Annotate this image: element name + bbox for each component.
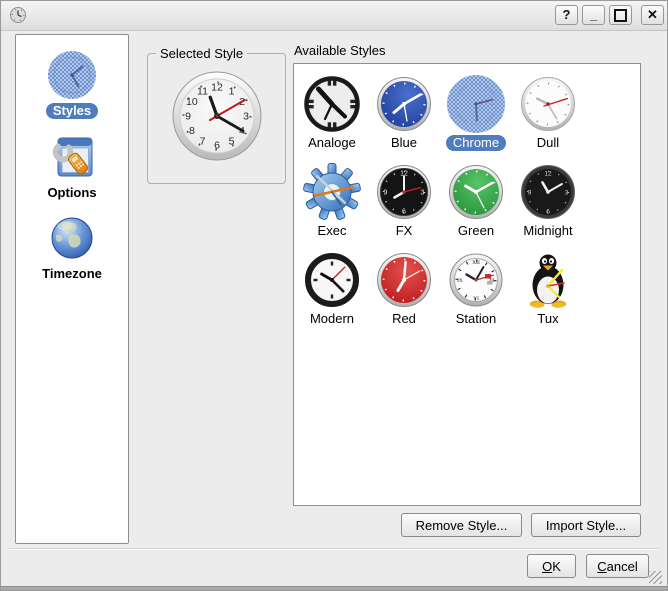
sidebar-item-label: Options [47,185,97,200]
sidebar: Styles Options Timezone [15,34,129,544]
svg-text:5: 5 [228,136,234,148]
button-row-separator [9,548,659,550]
timezone-globe-icon [48,214,96,262]
style-item-label: Analoge [308,135,356,150]
help-button[interactable]: ? [555,5,578,25]
resize-grip[interactable] [649,571,662,584]
red-clock-icon [374,250,434,310]
style-item-label: Midnight [523,223,573,238]
svg-text:6: 6 [402,209,406,216]
style-item-label: Green [457,223,495,238]
remove-style-button[interactable]: Remove Style... [401,513,522,537]
fx-clock-icon: 12 3 6 9 [374,162,434,222]
style-item-label: Exec [317,223,347,238]
style-item-label: Chrome [445,135,507,151]
style-item-midnight[interactable]: 12 3 6 9 Midnight [512,159,584,247]
svg-text:3: 3 [565,190,569,197]
style-item-station[interactable]: XIIIIIVIIX Station [440,247,512,335]
style-item-label: Dull [536,135,560,150]
svg-text:3: 3 [243,111,249,123]
style-item-chrome[interactable]: Chrome [440,71,512,159]
chrome-clock-icon-selected [446,74,506,134]
style-grid: Analoge Blue Chrome Dull Exec 12 3 6 9 F… [296,71,584,335]
style-item-dull[interactable]: Dull [512,71,584,159]
svg-text:6: 6 [546,209,550,216]
style-item-tux[interactable]: Tux [512,247,584,335]
maximize-icon [614,9,627,23]
sidebar-item-styles[interactable]: Styles [45,51,99,119]
style-item-label: Modern [309,311,355,326]
svg-text:VI: VI [473,296,479,302]
clock-app-icon [9,6,27,24]
style-item-red[interactable]: Red [368,247,440,335]
sidebar-item-label: Timezone [42,266,102,281]
svg-text:9: 9 [185,111,191,123]
station-clock-icon: XIIIIIVIIX [446,250,506,310]
clock-settings-window: ? _ ✕ Styles Options Timezone Selected S… [0,0,668,591]
svg-text:9: 9 [384,190,388,197]
svg-text:8: 8 [188,125,194,137]
sidebar-item-label: Styles [45,103,99,119]
svg-text:IX: IX [457,278,463,284]
svg-text:1: 1 [228,85,234,97]
cancel-button[interactable]: Cancel [586,554,649,578]
svg-text:7: 7 [199,136,205,148]
sidebar-item-timezone[interactable]: Timezone [42,214,102,281]
styles-clock-icon [48,51,96,99]
tux-penguin-clock-icon [518,250,578,310]
dull-clock-icon [518,74,578,134]
selected-style-group-label: Selected Style [156,46,248,61]
svg-text:11: 11 [197,85,208,97]
close-button[interactable]: ✕ [641,5,664,25]
svg-text:3: 3 [421,190,425,197]
options-tools-icon [48,133,96,181]
style-item-exec[interactable]: Exec [296,159,368,247]
maximize-button[interactable] [609,5,632,25]
cancel-button-label: Cancel [597,558,638,574]
ok-button[interactable]: OK [527,554,576,578]
selected-style-group: Selected Style 1212 345 678 91011 [147,46,286,184]
analoge-clock-icon [302,74,362,134]
exec-gear-clock-icon [302,162,362,222]
style-item-label: Blue [390,135,418,150]
available-styles-label: Available Styles [294,43,386,58]
green-clock-icon [446,162,506,222]
svg-text:9: 9 [528,190,532,197]
blue-clock-icon [374,74,434,134]
ok-button-label: OK [542,558,561,574]
window-bottom-edge [1,586,667,590]
style-item-modern[interactable]: Modern [296,247,368,335]
svg-text:XII: XII [472,260,480,266]
style-item-label: Station [455,311,497,326]
modern-clock-icon [302,250,362,310]
style-item-fx[interactable]: 12 3 6 9 FX [368,159,440,247]
minimize-button[interactable]: _ [582,5,605,25]
midnight-clock-icon: 12 3 6 9 [518,162,578,222]
available-styles-list[interactable]: Analoge Blue Chrome Dull Exec 12 3 6 9 F… [293,63,641,506]
window-controls: ? _ ✕ [555,5,664,25]
svg-text:10: 10 [186,96,198,108]
sidebar-item-options[interactable]: Options [47,133,97,200]
style-item-blue[interactable]: Blue [368,71,440,159]
import-style-button[interactable]: Import Style... [531,513,641,537]
style-item-label: FX [395,223,413,238]
style-item-analoge[interactable]: Analoge [296,71,368,159]
selected-style-preview-clock: 1212 345 678 91011 [171,70,263,162]
titlebar[interactable]: ? _ ✕ [1,1,667,31]
svg-text:12: 12 [544,171,552,178]
svg-text:6: 6 [214,140,220,152]
style-item-label: Tux [537,311,559,326]
style-item-green[interactable]: Green [440,159,512,247]
style-item-label: Red [392,311,416,326]
svg-text:12: 12 [211,82,223,94]
